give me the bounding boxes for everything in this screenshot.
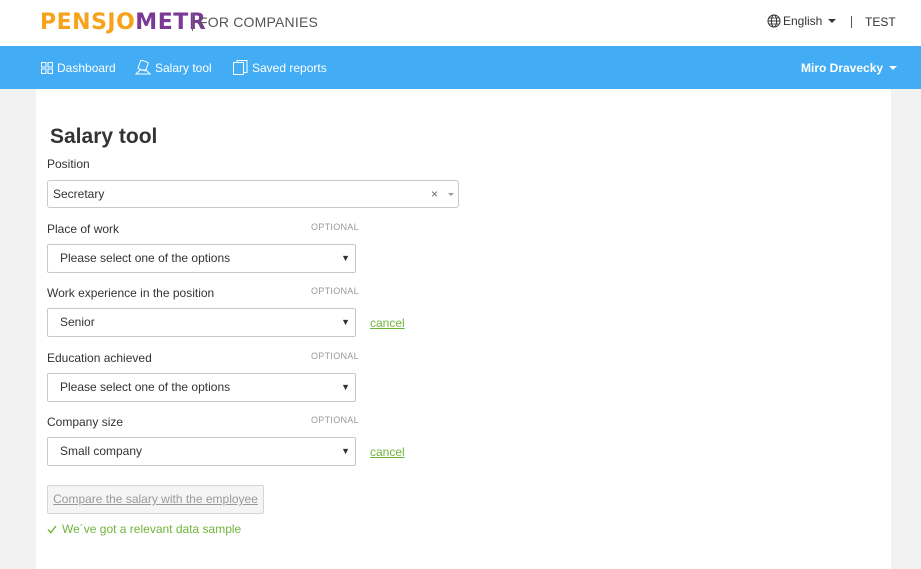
education-select[interactable]: Please select one of the options ▼	[47, 373, 356, 402]
place-of-work-value: Please select one of the options	[60, 251, 231, 265]
chevron-down-icon	[828, 19, 837, 23]
position-select[interactable]: Secretary ×	[47, 180, 459, 208]
brand-logo[interactable]: PENSJOMETR	[40, 10, 206, 36]
language-dropdown[interactable]: English	[767, 14, 837, 28]
status-message: We´ve got a relevant data sample	[47, 522, 241, 536]
calculator-icon	[135, 59, 151, 74]
position-value: Secretary	[53, 187, 105, 201]
grid-icon	[41, 61, 53, 74]
optional-tag: OPTIONAL	[311, 415, 359, 425]
logo-divider	[192, 13, 193, 31]
nav-item-salary-tool[interactable]: Salary tool	[135, 46, 212, 89]
experience-label: Work experience in the position	[47, 286, 215, 300]
company-size-cancel-link[interactable]: cancel	[370, 445, 405, 459]
company-size-value: Small company	[60, 444, 143, 458]
experience-cancel-link[interactable]: cancel	[370, 316, 405, 330]
company-size-select[interactable]: Small company ▼	[47, 437, 356, 466]
nav-label-saved-reports: Saved reports	[252, 60, 327, 75]
experience-select[interactable]: Senior ▼	[47, 308, 356, 337]
page-title: Salary tool	[50, 125, 158, 148]
chevron-down-icon	[889, 65, 898, 70]
user-name: Miro Dravecky	[801, 60, 884, 75]
dropdown-arrow-icon: ▼	[341, 317, 350, 327]
environment-label[interactable]: TEST	[865, 15, 896, 29]
documents-icon	[233, 60, 248, 75]
compare-salary-button[interactable]: Compare the salary with the employee	[47, 485, 264, 514]
place-of-work-select[interactable]: Please select one of the options ▼	[47, 244, 356, 273]
globe-icon	[767, 14, 781, 28]
logo-part-2: METR	[135, 10, 207, 35]
chevron-down-icon	[448, 193, 454, 196]
header-divider	[851, 16, 852, 28]
dropdown-arrow-icon: ▼	[341, 253, 350, 263]
position-label: Position	[47, 157, 90, 171]
optional-tag: OPTIONAL	[311, 222, 359, 232]
nav-bar: Dashboard Salary tool Saved reports Miro…	[0, 46, 921, 89]
dropdown-arrow-icon: ▼	[341, 382, 350, 392]
checkmark-icon	[47, 525, 57, 534]
optional-tag: OPTIONAL	[311, 286, 359, 296]
language-label: English	[783, 14, 823, 28]
dropdown-arrow-icon: ▼	[341, 446, 350, 456]
clear-icon[interactable]: ×	[431, 181, 438, 208]
status-text: We´ve got a relevant data sample	[62, 522, 242, 536]
experience-value: Senior	[60, 315, 95, 329]
company-size-label: Company size	[47, 415, 124, 429]
education-value: Please select one of the options	[60, 380, 231, 394]
nav-label-salary-tool: Salary tool	[155, 60, 212, 75]
optional-tag: OPTIONAL	[311, 351, 359, 361]
nav-item-saved-reports[interactable]: Saved reports	[233, 46, 327, 89]
logo-subtitle: FOR COMPANIES	[199, 14, 319, 30]
top-bar: PENSJOMETR FOR COMPANIES English TEST	[0, 0, 921, 46]
user-menu[interactable]: Miro Dravecky	[801, 46, 898, 89]
nav-label-dashboard: Dashboard	[57, 60, 116, 75]
education-label: Education achieved	[47, 351, 152, 365]
place-of-work-label: Place of work	[47, 222, 120, 236]
logo-part-1: PENSJO	[40, 10, 136, 35]
nav-item-dashboard[interactable]: Dashboard	[41, 46, 116, 89]
